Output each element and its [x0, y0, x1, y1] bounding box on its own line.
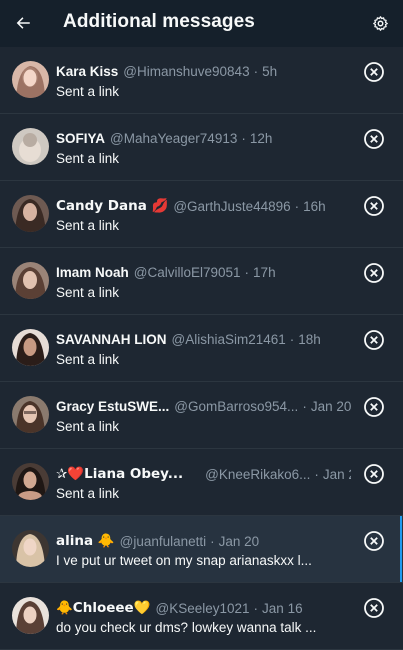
avatar: [12, 329, 49, 366]
sender-name: SAVANNAH LION: [56, 332, 167, 347]
sender-handle: @juanfulanetti: [119, 533, 207, 549]
close-circle-icon: [364, 263, 384, 283]
message-preview: Sent a link: [56, 352, 120, 367]
message-header: Kara Kiss @Himanshuve90843 · 5h: [56, 64, 278, 79]
message-row[interactable]: 🐥Chloeee💛 @KSeeley1021 · Jan 16 do you c…: [0, 583, 403, 650]
message-row[interactable]: SOFIYA @MahaYeager74913 · 12h Sent a lin…: [0, 114, 403, 181]
message-time: Jan 20: [322, 466, 351, 482]
message-header: 🐥Chloeee💛 @KSeeley1021 · Jan 16: [56, 600, 303, 616]
dismiss-button[interactable]: [363, 128, 385, 150]
sender-handle: @MahaYeager74913: [110, 131, 238, 146]
sender-name: Candy Dana 💋: [56, 198, 169, 214]
dismiss-button[interactable]: [363, 195, 385, 217]
message-time: Jan 20: [310, 399, 351, 414]
dismiss-button[interactable]: [363, 262, 385, 284]
message-preview: do you check ur dms? lowkey wanna talk .…: [56, 620, 317, 635]
dismiss-button[interactable]: [363, 463, 385, 485]
arrow-left-icon: [16, 17, 30, 29]
avatar: [12, 463, 49, 500]
message-request-list: Kara Kiss @Himanshuve90843 · 5h Sent a l…: [0, 47, 403, 650]
gear-icon: [372, 15, 388, 31]
sender-handle: @KneeRikako6...: [205, 466, 311, 482]
message-time: 17h: [253, 265, 276, 280]
message-header: Candy Dana 💋 @GarthJuste44896 · 16h: [56, 198, 326, 214]
message-preview: Sent a link: [56, 419, 120, 434]
dismiss-button[interactable]: [363, 61, 385, 83]
message-row-selected[interactable]: alina 🐥 @juanfulanetti · Jan 20 I ve put…: [0, 516, 403, 583]
sender-name: ✰❤️Liana Obey...: [56, 466, 184, 482]
message-preview: Sent a link: [56, 84, 120, 99]
message-time: Jan 16: [262, 600, 303, 616]
message-row[interactable]: Imam Noah @CalvilloEl79051 · 17h Sent a …: [0, 248, 403, 315]
page-title: Additional messages: [63, 11, 255, 32]
message-time: 12h: [249, 131, 273, 146]
message-time: 16h: [303, 198, 326, 214]
sender-handle: @GomBarroso954...: [174, 399, 299, 414]
message-time: 5h: [262, 64, 278, 79]
dismiss-button[interactable]: [363, 396, 385, 418]
back-button[interactable]: [8, 8, 38, 38]
sender-name: alina 🐥: [56, 533, 115, 549]
sender-name: Gracy EstuSWE...: [56, 399, 170, 414]
close-circle-icon: [364, 598, 384, 618]
message-row[interactable]: Candy Dana 💋 @GarthJuste44896 · 16h Sent…: [0, 181, 403, 248]
message-header: Imam Noah @CalvilloEl79051 · 17h: [56, 265, 276, 280]
message-preview: Sent a link: [56, 218, 120, 233]
message-header: SOFIYA @MahaYeager74913 · 12h: [56, 131, 273, 146]
avatar: [12, 195, 49, 232]
message-preview: Sent a link: [56, 285, 120, 300]
close-circle-icon: [364, 464, 384, 484]
avatar: [12, 61, 49, 98]
dismiss-button[interactable]: [363, 597, 385, 619]
sender-handle: @AlishiaSim21461: [171, 332, 286, 347]
dismiss-button[interactable]: [363, 530, 385, 552]
avatar: [12, 597, 49, 634]
message-row[interactable]: SAVANNAH LION @AlishiaSim21461 · 18h Sen…: [0, 315, 403, 382]
avatar: [12, 396, 49, 433]
sender-handle: @KSeeley1021: [155, 600, 250, 616]
message-preview: I ve put ur tweet on my snap arianaskxx …: [56, 553, 312, 568]
message-row[interactable]: Gracy EstuSWE... @GomBarroso954... · Jan…: [0, 382, 403, 449]
message-preview: Sent a link: [56, 151, 120, 166]
message-preview: Sent a link: [56, 486, 120, 501]
message-row[interactable]: Kara Kiss @Himanshuve90843 · 5h Sent a l…: [0, 47, 403, 114]
avatar: [12, 530, 49, 567]
close-circle-icon: [364, 397, 384, 417]
message-header: ✰❤️Liana Obey... @KneeRikako6... · Jan 2…: [56, 466, 351, 482]
message-header: alina 🐥 @juanfulanetti · Jan 20: [56, 533, 260, 549]
header-bar: Additional messages: [0, 0, 403, 47]
sender-name: SOFIYA: [56, 131, 106, 146]
settings-button[interactable]: [365, 8, 395, 38]
sender-name: Imam Noah: [56, 265, 129, 280]
message-time: Jan 20: [218, 533, 260, 549]
message-time: 18h: [298, 332, 321, 347]
close-circle-icon: [364, 330, 384, 350]
message-row[interactable]: ✰❤️Liana Obey... @KneeRikako6... · Jan 2…: [0, 449, 403, 516]
sender-handle: @Himanshuve90843: [123, 64, 250, 79]
sender-name: Kara Kiss: [56, 64, 119, 79]
close-circle-icon: [364, 62, 384, 82]
sender-handle: @GarthJuste44896: [173, 198, 291, 214]
dismiss-button[interactable]: [363, 329, 385, 351]
avatar: [12, 262, 49, 299]
close-circle-icon: [364, 531, 384, 551]
close-circle-icon: [364, 196, 384, 216]
avatar: [12, 128, 49, 165]
sender-name: 🐥Chloeee💛: [56, 600, 151, 616]
message-header: SAVANNAH LION @AlishiaSim21461 · 18h: [56, 332, 321, 347]
sender-handle: @CalvilloEl79051: [133, 265, 241, 280]
message-header: Gracy EstuSWE... @GomBarroso954... · Jan…: [56, 399, 351, 414]
close-circle-icon: [364, 129, 384, 149]
